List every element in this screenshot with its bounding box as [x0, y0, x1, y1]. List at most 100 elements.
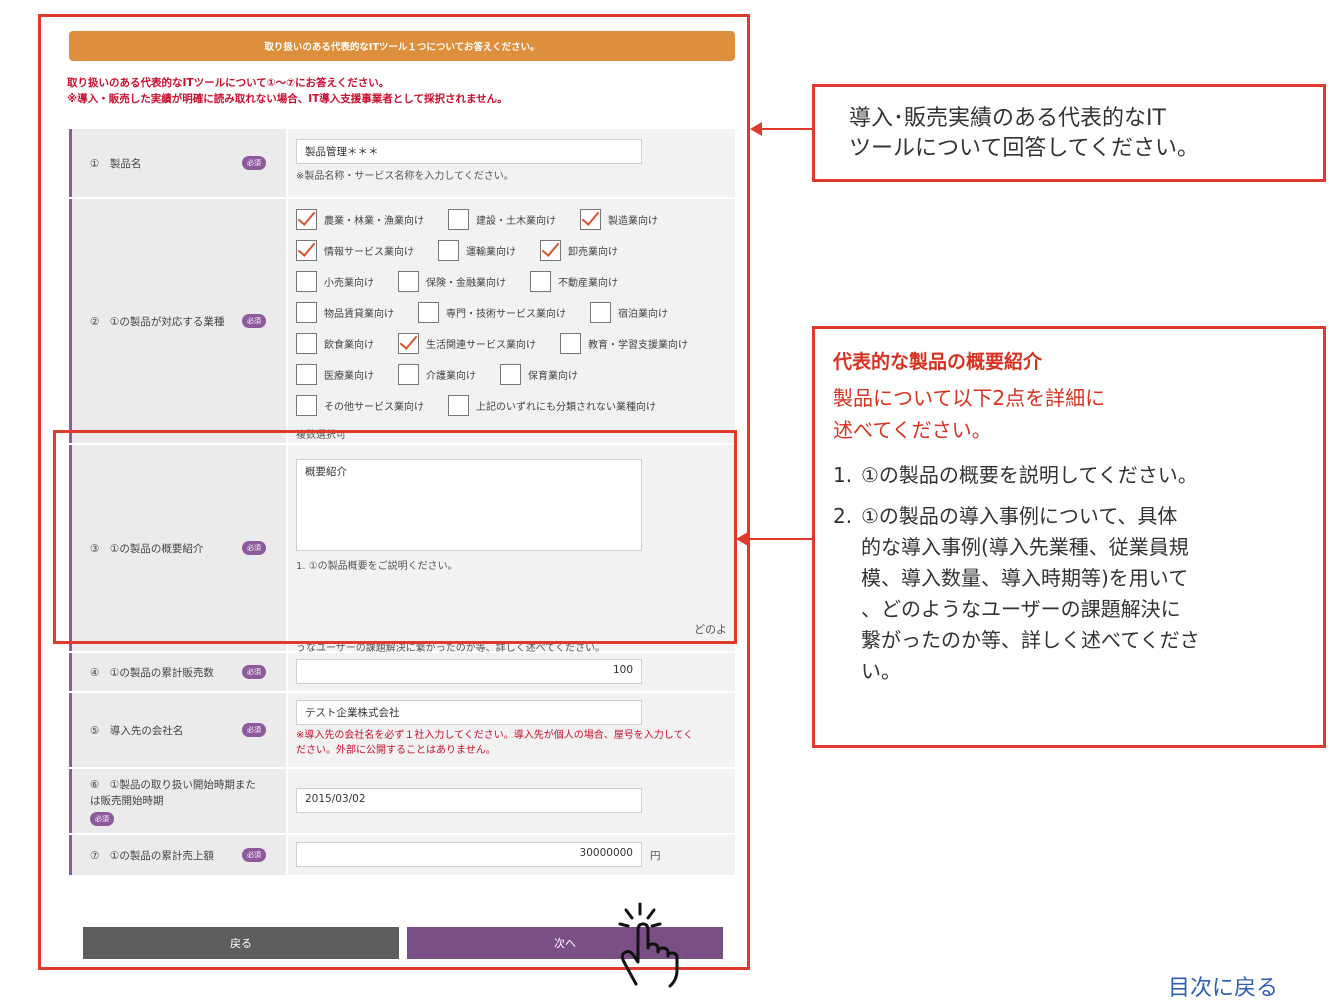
label-product-name: ① 製品名 必須	[72, 129, 286, 197]
toc-link[interactable]: 目次に戻る	[1168, 970, 1278, 1002]
industry-option[interactable]: 介護業向け	[398, 364, 476, 385]
instruction-line-1: 取り扱いのある代表的なITツールについて①〜⑦にお答えください。	[67, 77, 390, 89]
arrow-left-icon	[736, 532, 814, 546]
sales-amount-unit: 円	[650, 850, 661, 862]
checkbox-row: 飲食業向け 生活関連サービス業向け 教育・学習支援業向け	[296, 333, 712, 354]
pointer-hand-icon	[618, 902, 679, 988]
industry-option[interactable]: 建設・土木業向け	[448, 209, 556, 230]
item-text-line: 、どのようなユーザーの課題解決に	[861, 597, 1181, 621]
required-badge: 必須	[90, 811, 114, 826]
arrow-left-icon	[750, 122, 814, 136]
industry-label: 宿泊業向け	[618, 309, 668, 320]
back-button[interactable]: 戻る	[83, 927, 399, 959]
industry-option[interactable]: 農業・林業・漁業向け	[296, 209, 424, 230]
row-industries: ② ①の製品が対応する業種 必須 農業・林業・漁業向け 建設・土木業向け 製造業向け…	[69, 199, 735, 443]
industry-checkbox[interactable]	[418, 302, 439, 323]
industry-checkbox[interactable]	[560, 333, 581, 354]
industry-option[interactable]: 小売業向け	[296, 271, 374, 292]
callout-implementation: 導入･販売実績のある代表的なIT ツールについて回答してください。	[812, 84, 1326, 182]
industry-checkbox[interactable]	[296, 209, 317, 230]
industry-option[interactable]: 運輸業向け	[438, 240, 516, 261]
client-company-hint-2: ださい。外部に公開することはありません。	[296, 745, 496, 756]
instruction-line-2: ※導入・販売した実績が明確に読み取れない場合、IT導入支援事業者として採択されま…	[67, 93, 508, 105]
industry-option[interactable]: 保育業向け	[500, 364, 578, 385]
callout2-sub-line-1: 製品について以下2点を詳細に	[833, 386, 1106, 410]
industry-checkbox[interactable]	[296, 302, 317, 323]
checkbox-row: 物品賃貸業向け 専門・技術サービス業向け 宿泊業向け	[296, 302, 692, 323]
row-client-company: ⑤ 導入先の会社名 必須 テスト企業株式会社 ※導入先の会社名を必ず１社入力して…	[69, 693, 735, 767]
industry-option[interactable]: 物品賃貸業向け	[296, 302, 394, 323]
industry-checkbox[interactable]	[296, 271, 317, 292]
industry-label: 医療業向け	[324, 371, 374, 382]
industry-checkbox[interactable]	[398, 364, 419, 385]
industry-option[interactable]: 教育・学習支援業向け	[560, 333, 688, 354]
value-client-company: テスト企業株式会社 ※導入先の会社名を必ず１社入力してください。導入先が個人の場…	[288, 693, 735, 767]
value-sales-count: 100	[288, 653, 735, 691]
industry-label: 農業・林業・漁業向け	[324, 216, 424, 227]
industry-checkbox[interactable]	[438, 240, 459, 261]
industry-checkbox[interactable]	[398, 271, 419, 292]
industry-option[interactable]: 医療業向け	[296, 364, 374, 385]
industry-label: 情報サービス業向け	[324, 247, 414, 258]
industry-label: 建設・土木業向け	[476, 216, 556, 227]
industry-option[interactable]: 宿泊業向け	[590, 302, 668, 323]
label-client-company: ⑤ 導入先の会社名 必須	[72, 693, 286, 767]
sales-amount-input[interactable]: 30000000	[296, 842, 642, 867]
client-company-input[interactable]: テスト企業株式会社	[296, 700, 642, 725]
required-badge: 必須	[242, 723, 266, 737]
industry-checkbox[interactable]	[296, 364, 317, 385]
industry-option[interactable]: 飲食業向け	[296, 333, 374, 354]
industry-option[interactable]: その他サービス業向け	[296, 395, 424, 416]
item-text-line: ①の製品の導入事例について、具体	[861, 504, 1178, 528]
industry-checkbox[interactable]	[500, 364, 521, 385]
value-sales-amount: 30000000 円	[288, 835, 735, 875]
industry-label: 卸売業向け	[568, 247, 618, 258]
industry-checkbox[interactable]	[540, 240, 561, 261]
industry-checkbox[interactable]	[580, 209, 601, 230]
instructions: 取り扱いのある代表的なITツールについて①〜⑦にお答えください。 ※導入・販売し…	[67, 75, 508, 107]
product-name-input[interactable]: 製品管理＊＊＊	[296, 139, 642, 164]
section-banner: 取り扱いのある代表的なITツール１つについてお答えください。	[69, 31, 735, 61]
industry-checkbox[interactable]	[296, 395, 317, 416]
industry-option[interactable]: 卸売業向け	[540, 240, 618, 261]
value-industries: 農業・林業・漁業向け 建設・土木業向け 製造業向け情報サービス業向け 運輸業向け 卸売業…	[288, 199, 735, 443]
industry-label: 介護業向け	[426, 371, 476, 382]
value-product-name: 製品管理＊＊＊ ※製品名称・サービス名称を入力してください。	[288, 129, 735, 197]
industry-label: 物品賃貸業向け	[324, 309, 394, 320]
row-sales-amount: ⑦ ①の製品の累計売上額 必須 30000000 円	[69, 835, 735, 875]
callout1-line-1: 導入･販売実績のある代表的なIT	[849, 106, 1166, 131]
callout2-sub-line-2: 述べてください。	[833, 418, 992, 442]
industry-checkbox[interactable]	[296, 333, 317, 354]
industry-checkbox[interactable]	[296, 240, 317, 261]
item-text-line: 模、導入数量、導入時期等)を用いて	[861, 566, 1189, 590]
callout2-subtitle: 製品について以下2点を詳細に 述べてください。	[833, 382, 1303, 446]
industry-label: 生活関連サービス業向け	[426, 340, 536, 351]
industry-checkbox[interactable]	[398, 333, 419, 354]
industry-option[interactable]: 情報サービス業向け	[296, 240, 414, 261]
industry-option[interactable]: 生活関連サービス業向け	[398, 333, 536, 354]
industry-option[interactable]: 不動産業向け	[530, 271, 618, 292]
industry-label: 飲食業向け	[324, 340, 374, 351]
industry-checkbox[interactable]	[590, 302, 611, 323]
label-start-date: ⑥ ①製品の取り扱い開始時期また は販売開始時期 必須	[72, 769, 286, 833]
industry-option[interactable]: 専門・技術サービス業向け	[418, 302, 566, 323]
label-sales-count: ④ ①の製品の累計販売数 必須	[72, 653, 286, 691]
sales-count-input[interactable]: 100	[296, 659, 642, 684]
industry-checkbox[interactable]	[448, 395, 469, 416]
overview-highlight-box	[53, 430, 737, 644]
item-text-line: 的な導入事例(導入先業種、従業員規	[861, 535, 1189, 559]
industry-label: 専門・技術サービス業向け	[446, 309, 566, 320]
callout2-item-2: 2. ①の製品の導入事例について、具体 的な導入事例(導入先業種、従業員規 模、…	[833, 501, 1303, 687]
industry-option[interactable]: 製造業向け	[580, 209, 658, 230]
required-badge: 必須	[242, 314, 266, 328]
label-text-line-1: ⑥ ①製品の取り扱い開始時期また	[90, 778, 256, 791]
start-date-input[interactable]: 2015/03/02	[296, 788, 642, 813]
industry-option[interactable]: 保険・金融業向け	[398, 271, 506, 292]
required-badge: 必須	[242, 848, 266, 862]
industry-option[interactable]: 上記のいずれにも分類されない業種向け	[448, 395, 656, 416]
row-product-name: ① 製品名 必須 製品管理＊＊＊ ※製品名称・サービス名称を入力してください。	[69, 129, 735, 197]
industry-label: 運輸業向け	[466, 247, 516, 258]
industry-checkbox[interactable]	[530, 271, 551, 292]
industry-label: 小売業向け	[324, 278, 374, 289]
industry-checkbox[interactable]	[448, 209, 469, 230]
